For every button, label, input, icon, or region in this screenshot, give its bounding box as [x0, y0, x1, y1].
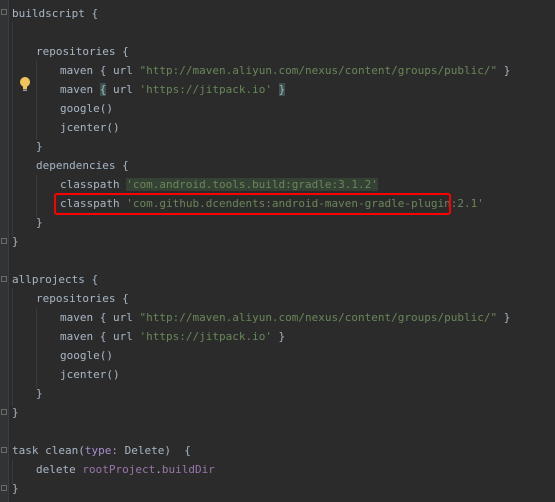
indent-guide: [12, 22, 13, 236]
code-line: maven { url 'https://jitpack.io' }: [60, 330, 286, 343]
indent-guide: [36, 308, 37, 388]
fold-marker[interactable]: [1, 276, 7, 282]
code-line: repositories {: [36, 292, 129, 305]
indent-guide: [36, 175, 37, 217]
code-line: }: [12, 406, 19, 419]
code-line: maven { url 'https://jitpack.io' }: [60, 83, 286, 96]
highlight-box: [54, 193, 451, 215]
code-line: jcenter(): [60, 368, 120, 381]
fold-marker[interactable]: [1, 409, 7, 415]
code-line: jcenter(): [60, 121, 120, 134]
code-line: }: [12, 482, 19, 495]
lightbulb-icon[interactable]: [18, 76, 32, 92]
editor-gutter: [0, 0, 9, 502]
code-line: buildscript {: [12, 7, 99, 20]
fold-marker[interactable]: [1, 447, 7, 453]
code-line: classpath 'com.android.tools.build:gradl…: [60, 178, 378, 191]
code-line: delete rootProject.buildDir: [36, 463, 215, 476]
code-line: google(): [60, 102, 113, 115]
code-line: task clean(type: Delete) {: [12, 444, 191, 457]
indent-guide: [12, 288, 13, 406]
code-line: maven { url "http://maven.aliyun.com/nex…: [60, 64, 511, 77]
code-line: }: [36, 216, 43, 229]
code-line: }: [12, 235, 19, 248]
code-line: dependencies {: [36, 159, 129, 172]
code-line: google(): [60, 349, 113, 362]
indent-guide: [36, 60, 37, 140]
code-line: }: [36, 140, 43, 153]
fold-marker[interactable]: [1, 9, 7, 15]
code-line: maven { url "http://maven.aliyun.com/nex…: [60, 311, 511, 324]
code-line: allprojects {: [12, 273, 99, 286]
fold-marker[interactable]: [1, 485, 7, 491]
code-line: repositories {: [36, 45, 129, 58]
code-line: }: [36, 387, 43, 400]
fold-marker[interactable]: [1, 238, 7, 244]
